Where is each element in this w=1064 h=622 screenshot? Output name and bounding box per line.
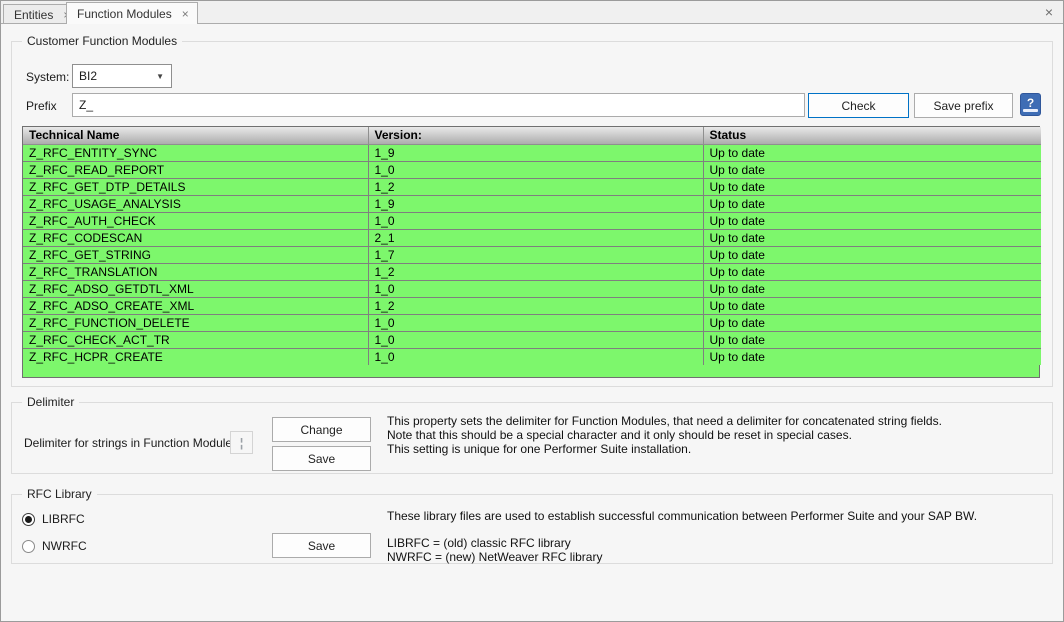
delimiter-group: Delimiter Delimiter for strings in Funct… — [11, 402, 1053, 474]
table-row[interactable]: Z_RFC_ENTITY_SYNC1_9Up to date — [23, 144, 1041, 161]
librfc-radio-label: LIBRFC — [42, 512, 85, 526]
help-icon[interactable]: ? — [1020, 93, 1041, 116]
table-row[interactable]: Z_RFC_AUTH_CHECK1_0Up to date — [23, 212, 1041, 229]
rfc-description: LIBRFC = (old) classic RFC library NWRFC… — [387, 536, 602, 564]
function-modules-table: Technical Name Version: Status Z_RFC_ENT… — [22, 126, 1040, 378]
column-header-status[interactable]: Status — [703, 127, 1041, 144]
delimiter-description-line3: This setting is unique for one Performer… — [387, 442, 942, 456]
table-row[interactable]: Z_RFC_USAGE_ANALYSIS1_9Up to date — [23, 195, 1041, 212]
delimiter-save-button[interactable]: Save — [272, 446, 371, 471]
prefix-label: Prefix — [26, 99, 57, 113]
delimiter-change-button[interactable]: Change — [272, 417, 371, 442]
rfc-description-line1: These library files are used to establis… — [387, 509, 977, 523]
check-button[interactable]: Check — [808, 93, 909, 118]
tab-function-modules[interactable]: Function Modules × — [66, 2, 198, 24]
rfc-description-line2: LIBRFC = (old) classic RFC library — [387, 536, 602, 550]
chevron-down-icon: ▼ — [156, 72, 164, 81]
radio-circle-icon — [22, 513, 35, 526]
help-icon-book-stripe — [1023, 109, 1038, 112]
table-row[interactable]: Z_RFC_FUNCTION_DELETE1_0Up to date — [23, 314, 1041, 331]
table-row[interactable]: Z_RFC_CODESCAN2_1Up to date — [23, 229, 1041, 246]
rfc-save-button[interactable]: Save — [272, 533, 371, 558]
rfc-description-line3: NWRFC = (new) NetWeaver RFC library — [387, 550, 602, 564]
table-header-row: Technical Name Version: Status — [23, 127, 1041, 144]
nwrfc-radio-label: NWRFC — [42, 539, 87, 553]
table-row[interactable]: Z_RFC_READ_REPORT1_0Up to date — [23, 161, 1041, 178]
save-prefix-button[interactable]: Save prefix — [914, 93, 1013, 118]
function-modules-window: Entities × Function Modules × × Customer… — [0, 0, 1064, 622]
tab-function-modules-label: Function Modules — [77, 7, 172, 21]
delimiter-description-line2: Note that this should be a special chara… — [387, 428, 942, 442]
delimiter-description: This property sets the delimiter for Fun… — [387, 414, 942, 456]
delimiter-field-label: Delimiter for strings in Function Module… — [24, 436, 238, 450]
column-header-technical-name[interactable]: Technical Name — [23, 127, 368, 144]
table-row[interactable]: Z_RFC_ADSO_CREATE_XML1_2Up to date — [23, 297, 1041, 314]
table-row[interactable]: Z_RFC_HCPR_CREATE1_0Up to date — [23, 348, 1041, 365]
help-icon-glyph: ? — [1027, 97, 1034, 109]
table-row[interactable]: Z_RFC_GET_STRING1_7Up to date — [23, 246, 1041, 263]
rfc-library-group: RFC Library LIBRFC NWRFC Save These libr… — [11, 494, 1053, 564]
function-modules-panel: Customer Function Modules System: BI2 ▼ … — [1, 24, 1063, 621]
librfc-radio[interactable]: LIBRFC — [22, 512, 85, 526]
system-select[interactable]: BI2 ▼ — [72, 64, 172, 88]
delimiter-group-title: Delimiter — [22, 395, 79, 409]
delimiter-value-field[interactable]: ¦ — [230, 431, 253, 454]
close-icon[interactable]: × — [1040, 3, 1058, 21]
system-select-value: BI2 — [79, 69, 97, 83]
table-row[interactable]: Z_RFC_TRANSLATION1_2Up to date — [23, 263, 1041, 280]
tab-strip: Entities × Function Modules × × — [1, 1, 1063, 24]
customer-group-title: Customer Function Modules — [22, 34, 182, 48]
column-header-version[interactable]: Version: — [368, 127, 703, 144]
radio-circle-icon — [22, 540, 35, 553]
nwrfc-radio[interactable]: NWRFC — [22, 539, 87, 553]
table-row[interactable]: Z_RFC_GET_DTP_DETAILS1_2Up to date — [23, 178, 1041, 195]
delimiter-description-line1: This property sets the delimiter for Fun… — [387, 414, 942, 428]
tab-function-modules-close-icon[interactable]: × — [182, 8, 189, 20]
system-label: System: — [26, 70, 69, 84]
rfc-group-title: RFC Library — [22, 487, 97, 501]
customer-function-modules-group: Customer Function Modules System: BI2 ▼ … — [11, 41, 1053, 387]
prefix-input[interactable] — [72, 93, 805, 117]
tab-entities-label: Entities — [14, 8, 53, 22]
table-row[interactable]: Z_RFC_ADSO_GETDTL_XML1_0Up to date — [23, 280, 1041, 297]
table-row[interactable]: Z_RFC_CHECK_ACT_TR1_0Up to date — [23, 331, 1041, 348]
